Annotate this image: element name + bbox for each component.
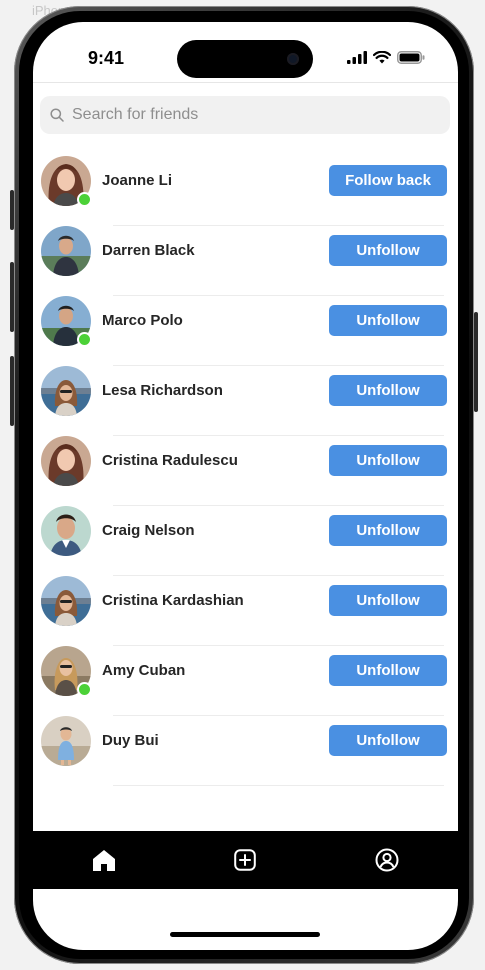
list-item: Cristina Kardashian Unfollow xyxy=(33,576,447,646)
unfollow-button[interactable]: Unfollow xyxy=(329,235,447,266)
user-name: Amy Cuban xyxy=(102,662,186,679)
avatar-image-craig-nelson xyxy=(41,506,91,556)
home-icon xyxy=(92,850,115,871)
friends-screen: Joanne Li Follow back Darren Black Unfol… xyxy=(33,82,458,835)
avatar[interactable] xyxy=(41,436,91,486)
avatar[interactable] xyxy=(41,296,92,347)
user-name: Lesa Richardson xyxy=(102,382,223,399)
status-time: 9:41 xyxy=(88,48,125,68)
row-divider xyxy=(113,785,444,786)
avatar[interactable] xyxy=(41,646,92,697)
user-name: Craig Nelson xyxy=(102,522,195,539)
avatar[interactable] xyxy=(41,576,91,626)
battery-icon xyxy=(397,51,425,64)
avatar[interactable] xyxy=(41,226,91,276)
profile-icon xyxy=(375,848,399,872)
unfollow-button[interactable]: Unfollow xyxy=(329,585,447,616)
status-icons xyxy=(347,51,425,64)
add-post-icon xyxy=(234,849,257,871)
power-button xyxy=(474,312,478,412)
follow-back-button[interactable]: Follow back xyxy=(329,165,447,196)
avatar-image-lesa-richardson xyxy=(41,366,91,416)
dynamic-island xyxy=(177,40,313,78)
user-name: Marco Polo xyxy=(102,312,183,329)
user-name: Cristina Radulescu xyxy=(102,452,238,469)
cellular-signal-icon xyxy=(347,51,367,64)
unfollow-button[interactable]: Unfollow xyxy=(329,515,447,546)
search-input[interactable] xyxy=(70,105,424,125)
avatar-image-duy-bui xyxy=(41,716,91,766)
front-camera xyxy=(287,53,299,65)
online-status-dot xyxy=(77,192,92,207)
list-item: Joanne Li Follow back xyxy=(33,156,447,226)
list-item: Marco Polo Unfollow xyxy=(33,296,447,366)
list-item: Lesa Richardson Unfollow xyxy=(33,366,447,436)
list-item: Duy Bui Unfollow xyxy=(33,716,447,786)
list-item: Amy Cuban Unfollow xyxy=(33,646,447,716)
unfollow-button[interactable]: Unfollow xyxy=(329,445,447,476)
user-name: Cristina Kardashian xyxy=(102,592,244,609)
unfollow-button[interactable]: Unfollow xyxy=(329,305,447,336)
user-name: Joanne Li xyxy=(102,172,173,189)
list-item: Darren Black Unfollow xyxy=(33,226,447,296)
bottom-tab-bar xyxy=(33,831,458,889)
tab-home[interactable] xyxy=(74,836,134,884)
avatar-image-darren-black xyxy=(41,226,91,276)
tab-add-post[interactable] xyxy=(215,836,275,884)
avatar-image-cristina-radulescu xyxy=(41,436,91,486)
avatar[interactable] xyxy=(41,366,91,416)
user-name: Darren Black xyxy=(102,242,195,259)
unfollow-button[interactable]: Unfollow xyxy=(329,655,447,686)
avatar[interactable] xyxy=(41,716,91,766)
home-indicator[interactable] xyxy=(170,932,320,937)
wifi-icon xyxy=(373,51,391,64)
unfollow-button[interactable]: Unfollow xyxy=(329,375,447,406)
user-name: Duy Bui xyxy=(102,732,159,749)
search-icon xyxy=(50,108,64,122)
tab-profile[interactable] xyxy=(357,836,417,884)
avatar-image-cristina-kardashian xyxy=(41,576,91,626)
avatar[interactable] xyxy=(41,506,91,556)
list-item: Craig Nelson Unfollow xyxy=(33,506,447,576)
search-bar[interactable] xyxy=(40,96,450,134)
status-bar: 9:41 xyxy=(33,22,458,82)
avatar[interactable] xyxy=(41,156,92,207)
online-status-dot xyxy=(77,682,92,697)
online-status-dot xyxy=(77,332,92,347)
unfollow-button[interactable]: Unfollow xyxy=(329,725,447,756)
list-item: Cristina Radulescu Unfollow xyxy=(33,436,447,506)
friends-list: Joanne Li Follow back Darren Black Unfol… xyxy=(33,156,447,786)
